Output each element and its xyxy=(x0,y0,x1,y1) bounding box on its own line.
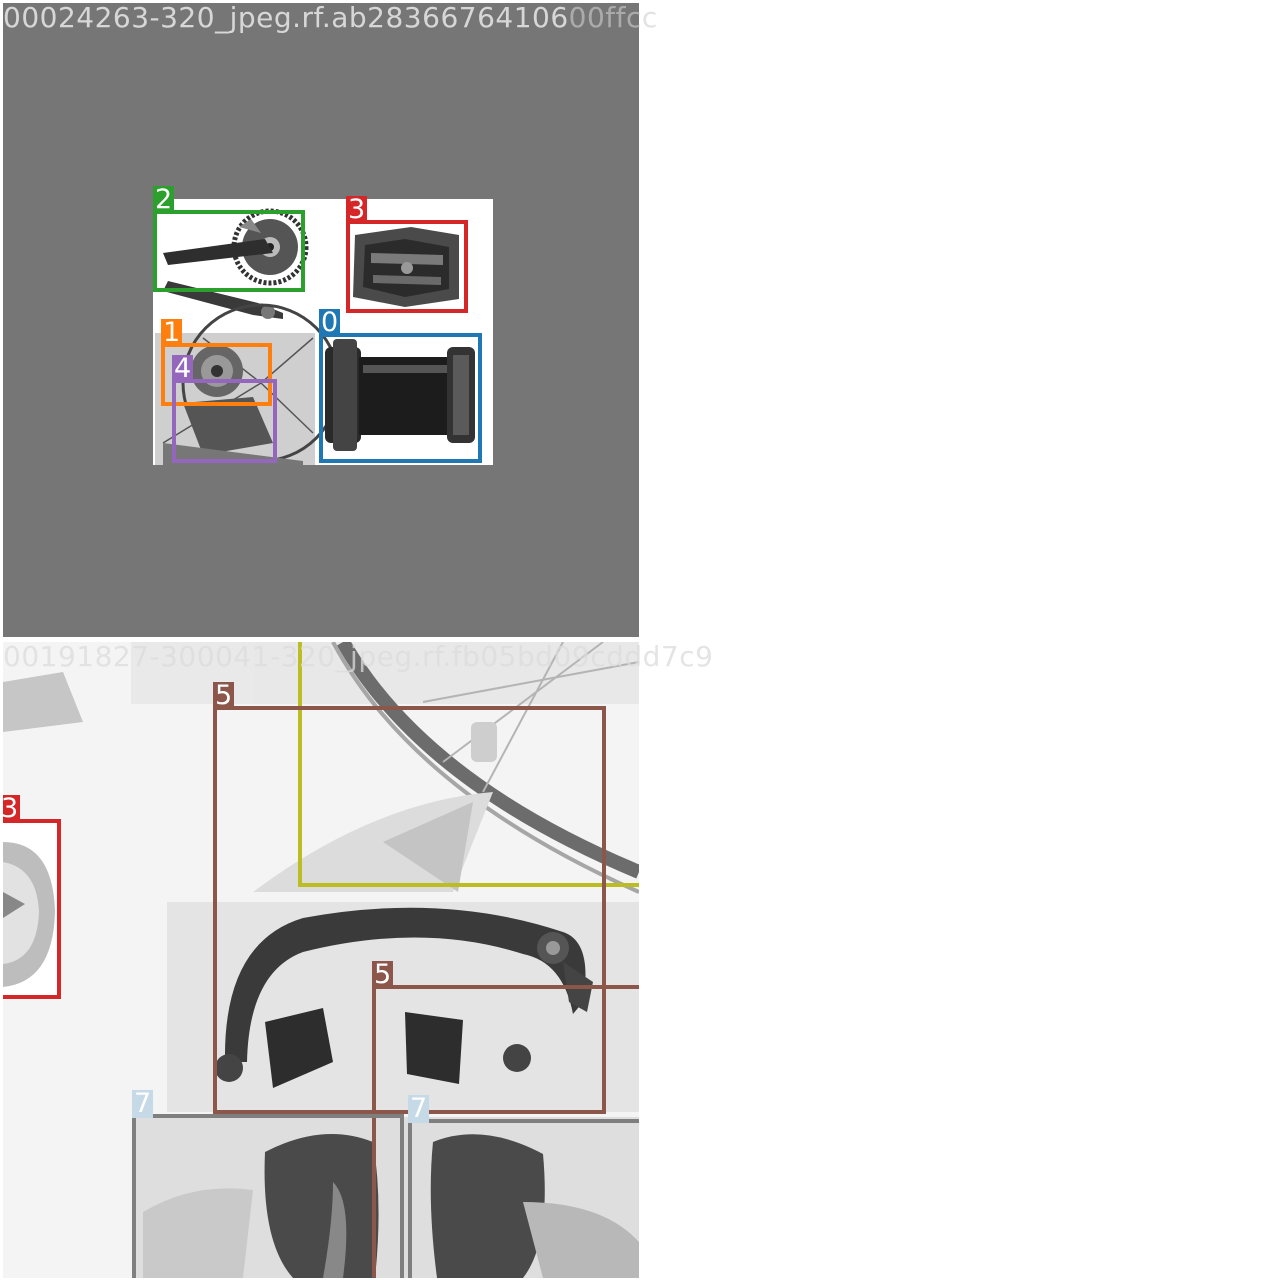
label-class-7: 7 xyxy=(132,1088,154,1119)
bbox-class-7 xyxy=(408,1119,639,1278)
filename-faded-tail: 00ffcc xyxy=(568,1,658,34)
bbox-class-3 xyxy=(346,220,468,313)
bbox-class-0 xyxy=(319,333,482,463)
label-class-0: 0 xyxy=(319,307,341,338)
mosaic-tile-top: 2 3 1 0 4 xyxy=(3,3,639,637)
filename-text: 00024263-320_jpeg.rf.ab28366764106 xyxy=(3,1,569,34)
label-class-5: 5 xyxy=(213,680,235,711)
label-class-1: 1 xyxy=(161,317,183,348)
bbox-class-7 xyxy=(132,1114,404,1278)
filename-faded-tail: cddd7c9 xyxy=(590,640,714,673)
tile-filename-bottom: 00191827-300041-320_jpeg.rf.fb05bd09cddd… xyxy=(3,642,713,672)
bbox-class-2 xyxy=(153,210,305,292)
tile-filename-top: 00024263-320_jpeg.rf.ab2836676410600ffcc xyxy=(3,3,658,33)
label-class-2: 2 xyxy=(153,184,175,215)
label-class-5: 5 xyxy=(372,959,394,990)
bbox-class-4 xyxy=(172,379,277,463)
label-class-3: 3 xyxy=(346,194,368,225)
label-class-4: 4 xyxy=(172,353,194,384)
mosaic-tile-bottom: 8 5 3 5 7 7 xyxy=(3,642,639,1278)
bbox-class-3 xyxy=(3,819,61,999)
filename-text: 00191827-300041-320_jpeg.rf.fb05bd09 xyxy=(3,640,591,673)
label-class-3: 3 xyxy=(3,795,21,823)
label-class-7: 7 xyxy=(408,1093,430,1124)
